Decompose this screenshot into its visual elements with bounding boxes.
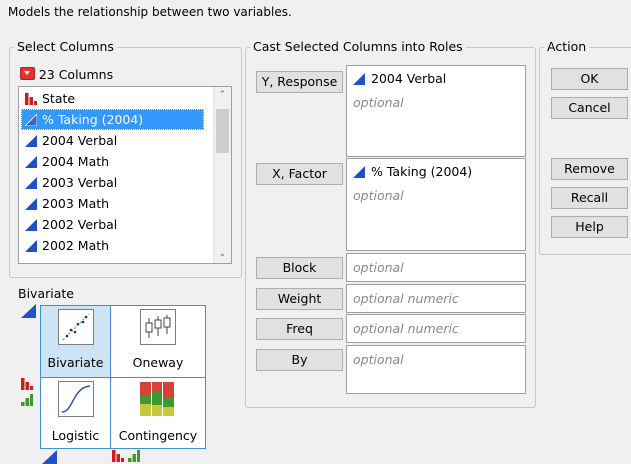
continuous-triangle-icon [25, 198, 37, 210]
by-role-hint: optional [353, 352, 404, 367]
column-name: 2002 Verbal [42, 217, 118, 232]
column-list-scrollbar[interactable]: ⌃ ⌄ [213, 87, 231, 263]
logistic-curve-icon [58, 381, 94, 417]
continuous-triangle-icon [25, 135, 37, 147]
list-item[interactable]: 2003 Math [21, 193, 204, 214]
x-factor-role-box[interactable]: % Taking (2004) optional [346, 158, 526, 251]
continuous-triangle-icon [25, 177, 37, 189]
y-response-button[interactable]: Y, Response [256, 71, 343, 93]
freq-role-box[interactable]: optional numeric [346, 314, 526, 343]
weight-button[interactable]: Weight [256, 288, 343, 310]
contingency-cell[interactable]: Contingency [111, 378, 205, 448]
cancel-button[interactable]: Cancel [551, 97, 628, 119]
weight-role-hint: optional numeric [353, 291, 459, 306]
list-item[interactable]: 2003 Verbal [21, 172, 204, 193]
column-name: 2003 Math [42, 196, 110, 211]
x-role-value: % Taking (2004) [371, 164, 473, 179]
action-legend: Action [547, 39, 587, 54]
block-role-hint: optional [353, 260, 404, 275]
bivariate-cell[interactable]: Bivariate [41, 306, 110, 377]
x-ordinal-indicator-icon [128, 450, 140, 462]
continuous-triangle-icon [25, 156, 37, 168]
continuous-triangle-icon [25, 219, 37, 231]
x-factor-button[interactable]: X, Factor [256, 163, 343, 185]
list-item[interactable]: % Taking (2004) [21, 109, 204, 130]
oneway-boxplot-icon [140, 309, 176, 345]
weight-role-box[interactable]: optional numeric [346, 284, 526, 313]
list-item[interactable]: 2004 Verbal [21, 130, 204, 151]
scroll-up-arrow-icon[interactable]: ⌃ [214, 87, 231, 104]
cast-roles-legend: Cast Selected Columns into Roles [253, 39, 463, 54]
list-item[interactable]: 2004 Math [21, 151, 204, 172]
palette-title: Bivariate [18, 286, 74, 301]
recall-button[interactable]: Recall [551, 187, 628, 209]
continuous-triangle-icon [25, 114, 37, 126]
column-name: % Taking (2004) [42, 112, 144, 127]
oneway-cell[interactable]: Oneway [111, 306, 205, 377]
logistic-cell[interactable]: Logistic [41, 378, 110, 448]
logistic-label: Logistic [51, 428, 100, 443]
scroll-down-arrow-icon[interactable]: ⌄ [214, 246, 231, 263]
help-button[interactable]: Help [551, 216, 628, 238]
list-item[interactable]: 2002 Verbal [21, 214, 204, 235]
list-item[interactable]: State [21, 88, 204, 109]
block-button[interactable]: Block [256, 257, 343, 279]
y-continuous-indicator-icon [21, 304, 36, 318]
continuous-triangle-icon [353, 73, 365, 85]
contingency-label: Contingency [118, 428, 198, 443]
list-item[interactable]: 2002 Math [21, 235, 204, 256]
continuous-triangle-icon [25, 240, 37, 252]
column-name: 2003 Verbal [42, 175, 118, 190]
mosaic-plot-icon [140, 382, 174, 416]
select-columns-legend: Select Columns [17, 39, 114, 54]
freq-button[interactable]: Freq [256, 318, 343, 340]
column-name: 2004 Verbal [42, 133, 118, 148]
scatterplot-icon [58, 309, 94, 345]
x-role-hint: optional [353, 188, 404, 203]
by-role-box[interactable]: optional [346, 345, 526, 394]
by-button[interactable]: By [256, 349, 343, 371]
column-count-label: 23 Columns [38, 67, 114, 82]
x-nominal-indicator-icon [112, 450, 124, 462]
y-role-hint: optional [353, 95, 404, 110]
bivariate-label: Bivariate [47, 355, 104, 370]
y-response-role-box[interactable]: 2004 Verbal optional [346, 65, 526, 157]
nominal-bar-icon [25, 93, 37, 105]
x-continuous-indicator-icon [42, 450, 57, 464]
block-role-box[interactable]: optional [346, 253, 526, 282]
red-triangle-menu-icon[interactable] [20, 67, 35, 80]
remove-button[interactable]: Remove [551, 158, 628, 180]
column-name: 2004 Math [42, 154, 110, 169]
y-role-value: 2004 Verbal [371, 71, 447, 86]
y-nominal-indicator-icon [21, 378, 33, 390]
column-name: State [42, 91, 76, 106]
column-list[interactable]: State % Taking (2004) 2004 Verbal 2004 M… [18, 86, 232, 264]
column-name: 2002 Math [42, 238, 110, 253]
scrollbar-thumb[interactable] [216, 109, 229, 153]
y-ordinal-indicator-icon [21, 394, 33, 406]
column-count-header[interactable]: 23 Columns [20, 67, 113, 82]
platform-description: Models the relationship between two vari… [8, 5, 292, 19]
ok-button[interactable]: OK [551, 68, 628, 90]
oneway-label: Oneway [132, 355, 184, 370]
freq-role-hint: optional numeric [353, 321, 459, 336]
platform-palette: Bivariate Oneway Logistic Contingency [40, 305, 206, 449]
continuous-triangle-icon [353, 166, 365, 178]
